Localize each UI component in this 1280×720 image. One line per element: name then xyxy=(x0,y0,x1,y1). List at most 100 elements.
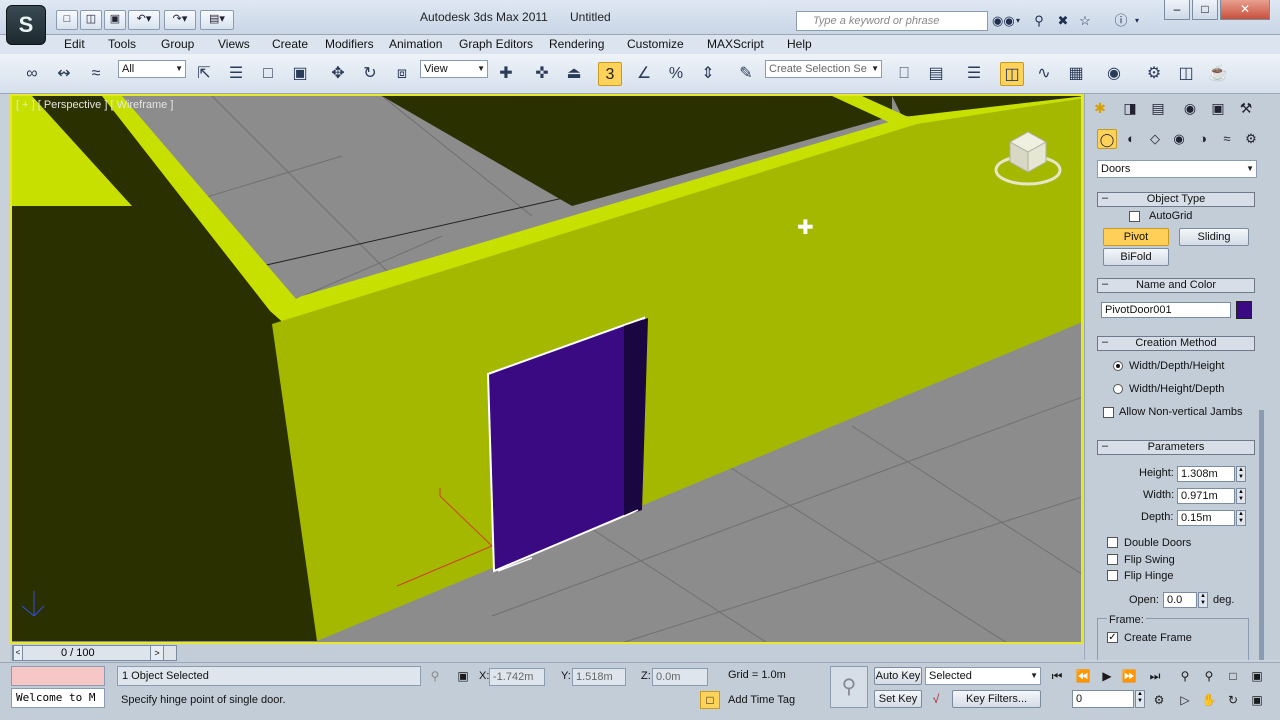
flip-swing-checkbox[interactable] xyxy=(1107,554,1118,565)
selection-filter-dropdown[interactable]: All ▼ xyxy=(118,60,186,78)
select-by-name-icon[interactable]: ☰ xyxy=(224,62,248,86)
select-object-icon[interactable]: ⇱ xyxy=(192,62,216,86)
shapes-icon[interactable]: ◐ xyxy=(1121,129,1141,149)
help-dropdown-icon[interactable]: ▾ xyxy=(1132,12,1142,30)
menu-tools[interactable]: Tools xyxy=(108,37,136,51)
render-setup-icon[interactable]: ⚙ xyxy=(1142,62,1166,86)
maxscript-listener[interactable]: Welcome to M xyxy=(11,688,105,708)
open-icon[interactable]: ◫ xyxy=(80,10,102,30)
bind-space-warp-icon[interactable]: ≈ xyxy=(84,62,108,86)
project-icon[interactable]: ▤▾ xyxy=(200,10,234,30)
schematic-view-icon[interactable]: ▦ xyxy=(1064,62,1088,86)
set-key-button[interactable]: Set Key xyxy=(874,690,922,708)
zoom-extents-all-icon[interactable]: ▣ xyxy=(1246,666,1268,686)
go-to-start-icon[interactable]: ⏮ xyxy=(1046,666,1068,686)
next-frame-icon[interactable]: ⏩ xyxy=(1118,666,1140,686)
tools-icon[interactable]: ✖ xyxy=(1054,12,1072,30)
display-tab-icon[interactable]: ▣ xyxy=(1207,98,1229,118)
lights-icon[interactable]: ◇ xyxy=(1145,129,1165,149)
move-icon[interactable]: ✥ xyxy=(326,62,350,86)
mirror-icon[interactable]: ⎕ xyxy=(892,62,916,86)
select-and-link-icon[interactable]: ∞ xyxy=(20,62,44,86)
menu-modifiers[interactable]: Modifiers xyxy=(325,37,374,51)
rotate-icon[interactable]: ↻ xyxy=(358,62,382,86)
category-dropdown[interactable]: Doors ▼ xyxy=(1097,160,1257,178)
helpers-icon[interactable]: ◑ xyxy=(1193,129,1213,149)
time-next-icon[interactable]: > xyxy=(150,645,164,661)
viewcube[interactable] xyxy=(992,126,1064,193)
motion-tab-icon[interactable]: ◉ xyxy=(1179,98,1201,118)
material-editor-icon[interactable]: ◉ xyxy=(1102,62,1126,86)
graphite-ribbon-icon[interactable]: ◫ xyxy=(1000,62,1024,86)
width-field[interactable]: 0.971m xyxy=(1177,488,1235,504)
current-frame-spinner[interactable]: ▲ ▼ xyxy=(1135,690,1145,708)
rendered-frame-window-icon[interactable]: ◫ xyxy=(1174,62,1198,86)
menu-group[interactable]: Group xyxy=(161,37,194,51)
new-icon[interactable]: □ xyxy=(56,10,78,30)
key-filters-button[interactable]: Key Filters... xyxy=(952,690,1041,708)
zoom-all-icon[interactable]: ⚲ xyxy=(1198,666,1220,686)
zoom-extents-icon[interactable]: □ xyxy=(1222,666,1244,686)
autogrid-checkbox[interactable] xyxy=(1129,211,1140,222)
cameras-icon[interactable]: ◉ xyxy=(1169,129,1189,149)
auto-key-button[interactable]: Auto Key xyxy=(874,667,922,685)
key-mode-dropdown[interactable]: Selected ▼ xyxy=(925,667,1041,685)
create-tab-icon[interactable]: ✱ xyxy=(1089,98,1111,118)
menu-create[interactable]: Create xyxy=(272,37,308,51)
width-spinner[interactable]: ▲ ▼ xyxy=(1236,488,1246,504)
time-tag-icon[interactable]: □ xyxy=(700,691,720,709)
pivot-button[interactable]: Pivot xyxy=(1103,228,1169,246)
modify-tab-icon[interactable]: ◨ xyxy=(1119,98,1141,118)
close-button[interactable]: ✕ xyxy=(1220,0,1270,20)
minimize-button[interactable]: – xyxy=(1164,0,1190,20)
help-icon[interactable]: ⓘ xyxy=(1112,12,1130,30)
lock-selection-icon[interactable]: ⚲ xyxy=(424,666,446,686)
perspective-viewport[interactable]: [ + ] [ Perspective ] [ Wireframe ] ✚ xyxy=(10,94,1083,644)
default-in-out-tangents-icon[interactable]: √ xyxy=(925,689,947,709)
current-frame-field[interactable]: 0 xyxy=(1072,690,1134,708)
field-of-view-icon[interactable]: ▷ xyxy=(1174,690,1196,710)
utilities-tab-icon[interactable]: ⚒ xyxy=(1235,98,1257,118)
rect-selection-icon[interactable]: □ xyxy=(256,62,280,86)
curve-editor-icon[interactable]: ∿ xyxy=(1032,62,1056,86)
space-warps-icon[interactable]: ≈ xyxy=(1217,129,1237,149)
absolute-mode-icon[interactable]: ▣ xyxy=(452,666,474,686)
height-field[interactable]: 1.308m xyxy=(1177,466,1235,482)
object-name-field[interactable]: PivotDoor001 xyxy=(1101,302,1231,318)
sliding-button[interactable]: Sliding xyxy=(1179,228,1249,246)
angle-snap-icon[interactable]: ∠ xyxy=(632,62,656,86)
allow-non-vertical-checkbox[interactable] xyxy=(1103,407,1114,418)
time-config-icon[interactable]: ⚙ xyxy=(1148,690,1170,710)
x-coord-field[interactable]: -1.742m xyxy=(489,668,545,686)
key-icon[interactable]: ⚲ xyxy=(1030,12,1048,30)
menu-customize[interactable]: Customize xyxy=(627,37,684,51)
time-prev-icon[interactable]: < xyxy=(13,645,23,661)
bifold-button[interactable]: BiFold xyxy=(1103,248,1169,266)
orbit-icon[interactable]: ↻ xyxy=(1222,690,1244,710)
window-crossing-icon[interactable]: ▣ xyxy=(288,62,312,86)
app-logo-button[interactable]: S xyxy=(6,5,46,45)
previous-frame-icon[interactable]: ⏪ xyxy=(1072,666,1094,686)
use-pivot-icon[interactable]: ✚ xyxy=(494,62,518,86)
depth-spinner[interactable]: ▲ ▼ xyxy=(1236,510,1246,526)
keyboard-shortcut-icon[interactable]: ⏏ xyxy=(562,62,586,86)
percent-snap-icon[interactable]: % xyxy=(664,62,688,86)
open-field[interactable]: 0.0 xyxy=(1163,592,1197,608)
spinner-snap-icon[interactable]: ⇕ xyxy=(696,62,720,86)
menu-maxscript[interactable]: MAXScript xyxy=(707,37,764,51)
scale-icon[interactable]: ⧈ xyxy=(390,62,414,86)
zoom-icon[interactable]: ⚲ xyxy=(1174,666,1196,686)
redo-icon[interactable]: ↷▾ xyxy=(164,10,196,30)
maximize-button[interactable]: □ xyxy=(1192,0,1218,20)
systems-icon[interactable]: ⚙ xyxy=(1241,129,1261,149)
search-input[interactable]: Type a keyword or phrase xyxy=(796,11,988,31)
maxscript-listener-pink[interactable] xyxy=(11,666,105,686)
menu-help[interactable]: Help xyxy=(787,37,812,51)
double-doors-checkbox[interactable] xyxy=(1107,537,1118,548)
depth-field[interactable]: 0.15m xyxy=(1177,510,1235,526)
radio-width-height-depth[interactable] xyxy=(1113,384,1123,394)
set-key-icon[interactable]: ⚲ xyxy=(830,666,868,708)
favorites-icon[interactable]: ☆ xyxy=(1076,12,1094,30)
geometry-icon[interactable]: ◯ xyxy=(1097,129,1117,149)
pan-view-icon[interactable]: ✋ xyxy=(1198,690,1220,710)
